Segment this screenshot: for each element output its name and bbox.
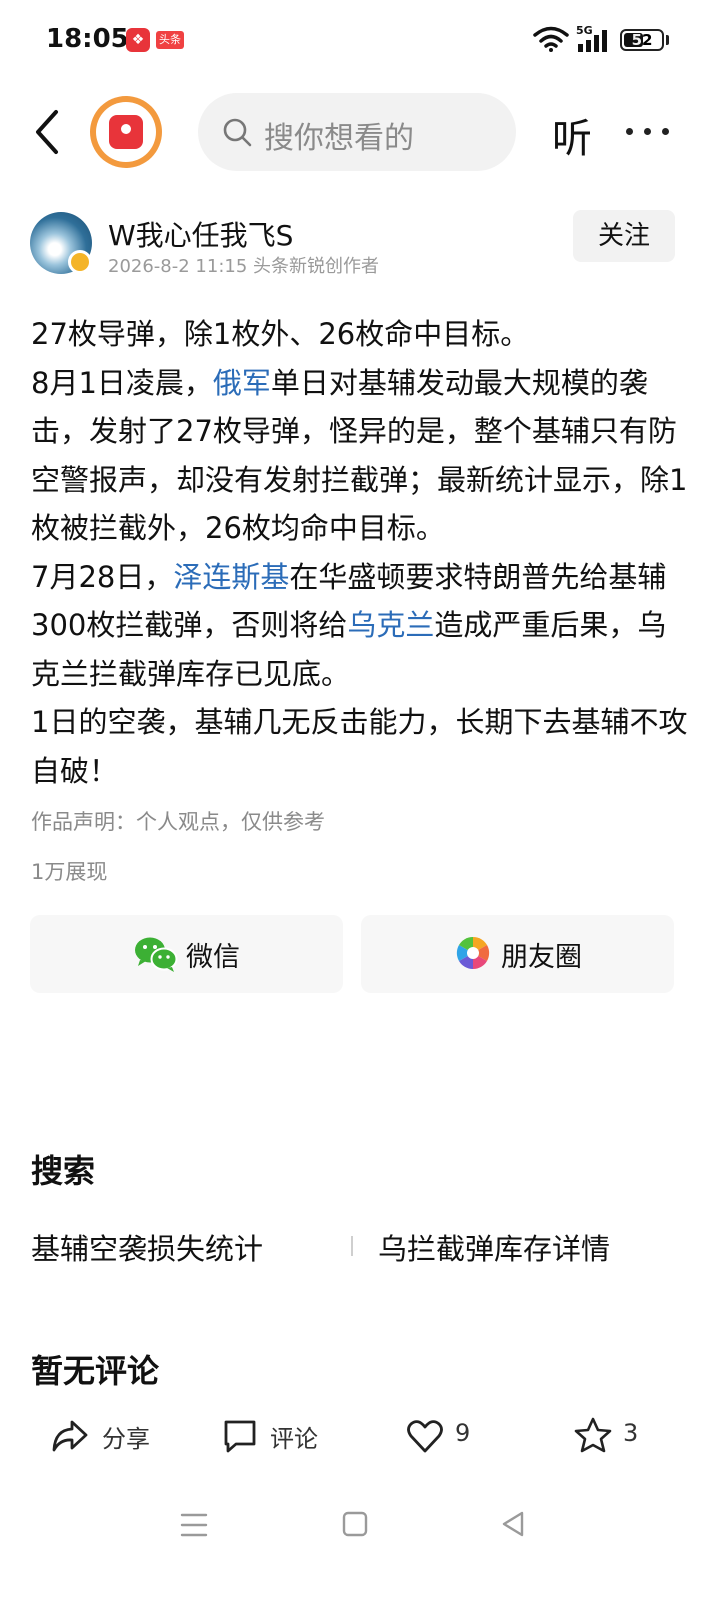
share-action[interactable]: 分享 bbox=[50, 1416, 170, 1456]
notification-app-icon: ❖ bbox=[126, 28, 150, 52]
status-time: 18:05 bbox=[46, 24, 129, 54]
follow-button[interactable]: 关注 bbox=[573, 210, 675, 262]
top-nav: 搜你想看的 听 bbox=[0, 88, 720, 178]
share-moments-label: 朋友圈 bbox=[501, 942, 582, 973]
article-paragraph: 27枚导弹，除1枚外、26枚命中目标。 bbox=[31, 310, 691, 359]
status-bar: 18:05 ❖ 头条 5G 52 bbox=[0, 0, 720, 80]
article-paragraph: 1日的空袭，基辅几无反击能力，长期下去基辅不攻自破！ bbox=[31, 698, 691, 795]
article-text: 1日的空袭，基辅几无反击能力，长期下去基辅不攻自破！ bbox=[31, 705, 688, 788]
like-count: 9 bbox=[455, 1419, 471, 1447]
creator-badge-icon bbox=[68, 250, 92, 274]
article-paragraph: 7月28日，泽连斯基在华盛顿要求特朗普先给基辅300枚拦截弹，否则将给乌克兰造成… bbox=[31, 553, 691, 699]
topic-link-ukraine[interactable]: 乌克兰 bbox=[347, 608, 434, 642]
more-icon[interactable] bbox=[626, 128, 670, 136]
signal-icon bbox=[578, 30, 607, 52]
article-text: 7月28日， bbox=[31, 559, 174, 594]
share-wechat-label: 微信 bbox=[186, 942, 240, 973]
author-row: W我心任我飞S 2026-8-2 11:15 头条新锐创作者 关注 bbox=[0, 210, 720, 280]
article-paragraph: 8月1日凌晨，俄军单日对基辅发动最大规模的袭击，发射了27枚导弹，怪异的是，整个… bbox=[31, 359, 691, 553]
moments-icon bbox=[456, 936, 490, 970]
search-placeholder: 搜你想看的 bbox=[264, 121, 414, 156]
article-text: 8月1日凌晨， bbox=[31, 365, 213, 400]
wifi-icon bbox=[533, 26, 569, 52]
comment-action-label: 评论 bbox=[270, 1425, 318, 1453]
search-suggestion[interactable]: 基辅空袭损失统计 bbox=[31, 1226, 263, 1268]
view-count: 1万展现 bbox=[31, 860, 108, 884]
author-name[interactable]: W我心任我飞S bbox=[108, 214, 293, 254]
back-nav-icon[interactable] bbox=[500, 1510, 526, 1538]
search-icon bbox=[223, 118, 252, 147]
toutiao-logo[interactable] bbox=[90, 96, 162, 168]
topic-link-russian-army[interactable]: 俄军 bbox=[213, 366, 271, 400]
share-icon bbox=[52, 1420, 88, 1452]
home-icon[interactable] bbox=[342, 1511, 368, 1537]
search-section-title: 搜索 bbox=[31, 1152, 96, 1190]
favorite-action[interactable]: 3 bbox=[573, 1416, 663, 1456]
toutiao-badge: 头条 bbox=[156, 31, 184, 49]
favorite-count: 3 bbox=[623, 1419, 639, 1447]
battery-level: 52 bbox=[631, 31, 653, 49]
divider bbox=[351, 1236, 353, 1256]
share-wechat-button[interactable]: 微信 bbox=[30, 915, 343, 993]
article-text: 27枚导弹，除1枚外、26枚命中目标。 bbox=[31, 317, 530, 351]
heart-icon bbox=[407, 1420, 443, 1453]
article-body: 27枚导弹，除1枚外、26枚命中目标。 8月1日凌晨，俄军单日对基辅发动最大规模… bbox=[31, 310, 691, 795]
search-suggestion[interactable]: 乌拦截弹库存详情 bbox=[378, 1226, 610, 1268]
system-nav-bar bbox=[0, 1500, 720, 1560]
share-action-label: 分享 bbox=[102, 1425, 150, 1453]
share-moments-button[interactable]: 朋友圈 bbox=[361, 915, 674, 993]
battery-cap bbox=[666, 35, 669, 45]
star-icon bbox=[574, 1417, 612, 1453]
comments-title: 暂无评论 bbox=[31, 1352, 160, 1390]
share-row: 微信 朋友圈 bbox=[30, 915, 674, 993]
topic-link-zelensky[interactable]: 泽连斯基 bbox=[173, 560, 289, 594]
search-input[interactable]: 搜你想看的 bbox=[198, 93, 516, 171]
work-statement: 作品声明：个人观点，仅供参考 bbox=[31, 810, 325, 834]
comment-icon bbox=[224, 1420, 256, 1453]
listen-button[interactable]: 听 bbox=[552, 106, 592, 164]
comment-action[interactable]: 评论 bbox=[220, 1416, 340, 1456]
back-icon[interactable] bbox=[28, 108, 68, 156]
bottom-action-bar: 分享 评论 9 3 bbox=[0, 1406, 720, 1466]
post-meta: 2026-8-2 11:15 头条新锐创作者 bbox=[108, 256, 380, 277]
battery-icon: 52 bbox=[620, 29, 664, 51]
menu-icon[interactable] bbox=[180, 1512, 208, 1538]
wechat-icon bbox=[135, 937, 178, 972]
like-action[interactable]: 9 bbox=[405, 1416, 495, 1456]
